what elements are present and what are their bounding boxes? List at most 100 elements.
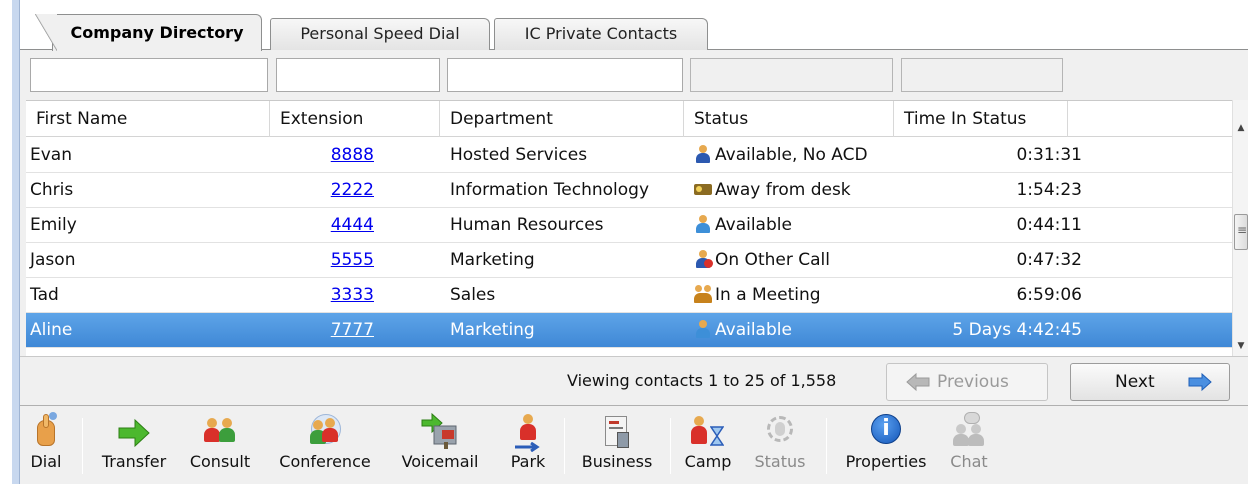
column-header-status[interactable]: Status [684,101,894,137]
filter-row [20,50,1248,98]
toolbar-separator [564,418,565,474]
directory-panel: Company Directory Personal Speed Dial IC… [20,12,1248,484]
cell-first-name: Evan [30,145,72,165]
table-row[interactable]: Chris 2222 Information Technology Away f… [26,173,1232,208]
tab-company-directory[interactable]: Company Directory [35,14,262,51]
extension-link[interactable]: 3333 [331,285,374,305]
in-a-meeting-icon [694,285,712,303]
cell-extension: 4444 [276,208,434,243]
status-text: Available [715,320,792,340]
chat-icon [952,412,986,452]
conference-button[interactable]: Conference [266,412,384,480]
tab-ic-private-contacts[interactable]: IC Private Contacts [494,18,708,50]
toolbar-separator [670,418,671,474]
vertical-scrollbar[interactable]: ▲ ▼ [1232,100,1248,356]
previous-button[interactable]: Previous [886,363,1048,401]
tab-personal-speed-dial[interactable]: Personal Speed Dial [270,18,490,50]
park-button[interactable]: Park [500,412,556,480]
properties-label: Properties [845,452,927,471]
cell-status: Away from desk [694,173,906,208]
cell-extension: 8888 [276,138,434,173]
status-refresh-icon [763,412,797,452]
cell-first-name: Aline [30,320,73,340]
status-label: Status [754,452,806,471]
consult-label: Consult [189,452,251,471]
cell-extension: 2222 [276,173,434,208]
status-text: Away from desk [715,180,851,200]
table-row[interactable]: Emily 4444 Human Resources Available 0:4… [26,208,1232,243]
dial-button[interactable]: Dial [24,412,68,480]
filter-department-input[interactable] [447,58,683,92]
status-text: On Other Call [715,250,830,270]
voicemail-button[interactable]: Voicemail [390,412,490,480]
cell-first-name: Emily [30,215,77,235]
cell-extension: 7777 [276,313,434,348]
transfer-button[interactable]: Transfer [92,412,176,480]
scroll-up-arrow-icon[interactable]: ▲ [1233,120,1248,136]
table-row[interactable]: Tad 3333 Sales In a Meeting 6:59:06 [26,278,1232,313]
cell-first-name: Tad [30,285,59,305]
tab-bar: Company Directory Personal Speed Dial IC… [20,12,1248,51]
next-button[interactable]: Next [1070,363,1230,401]
business-card-icon [601,412,633,452]
column-header-time-in-status[interactable]: Time In Status [894,101,1068,137]
cell-status: Available, No ACD [694,138,906,173]
away-from-desk-icon [694,180,712,198]
camp-button[interactable]: Camp [680,412,736,480]
cell-extension: 3333 [276,278,434,313]
transfer-label: Transfer [101,452,167,471]
table-row[interactable]: Jason 5555 Marketing On Other Call 0:47:… [26,243,1232,278]
consult-button[interactable]: Consult [180,412,260,480]
cell-department: Human Resources [450,215,604,235]
cell-first-name: Jason [30,250,76,270]
table-row-selected[interactable]: Aline 7777 Marketing Available 5 Days 4:… [26,313,1232,348]
cell-time-in-status: 6:59:06 [1016,285,1082,305]
arrow-right-icon [1188,372,1212,392]
available-icon [694,320,712,338]
cell-time-in-status: 0:47:32 [1016,250,1082,270]
park-icon [513,412,543,452]
cell-status: Available [694,208,906,243]
extension-link[interactable]: 5555 [331,250,374,270]
cell-department: Marketing [450,320,535,340]
cell-time-in-status: 5 Days 4:42:45 [952,320,1082,340]
chat-label: Chat [950,452,988,471]
extension-link[interactable]: 8888 [331,145,374,165]
park-label: Park [510,452,546,471]
extension-link[interactable]: 2222 [331,180,374,200]
business-label: Business [581,452,653,471]
column-header-department[interactable]: Department [440,101,684,137]
filter-time-input [901,58,1063,92]
dial-hand-icon [31,412,61,452]
scrollbar-thumb[interactable] [1234,214,1248,250]
transfer-arrow-icon [117,412,151,452]
conference-label: Conference [279,452,371,471]
column-header-first-name[interactable]: First Name [26,101,270,137]
grid-rows: Evan 8888 Hosted Services Available, No … [26,138,1232,348]
dial-label: Dial [30,452,62,471]
filter-extension-input[interactable] [276,58,440,92]
properties-button[interactable]: i Properties [836,412,936,480]
contacts-grid: First Name Extension Department Status T… [26,100,1232,356]
scroll-down-arrow-icon[interactable]: ▼ [1233,338,1248,354]
voicemail-label: Voicemail [401,452,479,471]
cell-department: Sales [450,285,496,305]
table-row[interactable]: Evan 8888 Hosted Services Available, No … [26,138,1232,173]
on-other-call-icon [694,250,713,268]
filter-status-input [690,58,893,92]
extension-link[interactable]: 4444 [331,215,374,235]
status-button[interactable]: Status [748,412,812,480]
cell-time-in-status: 0:44:11 [1016,215,1082,235]
extension-link[interactable]: 7777 [331,320,374,340]
cell-status: In a Meeting [694,278,906,313]
business-button[interactable]: Business [574,412,660,480]
column-header-extension[interactable]: Extension [270,101,440,137]
toolbar-separator [82,418,83,474]
filter-first-name-input[interactable] [30,58,268,92]
left-window-edge [12,0,20,484]
toolbar-separator [826,418,827,474]
chat-button[interactable]: Chat [942,412,996,480]
info-icon: i [869,412,903,452]
arrow-left-icon [906,372,930,392]
cell-department: Hosted Services [450,145,588,165]
